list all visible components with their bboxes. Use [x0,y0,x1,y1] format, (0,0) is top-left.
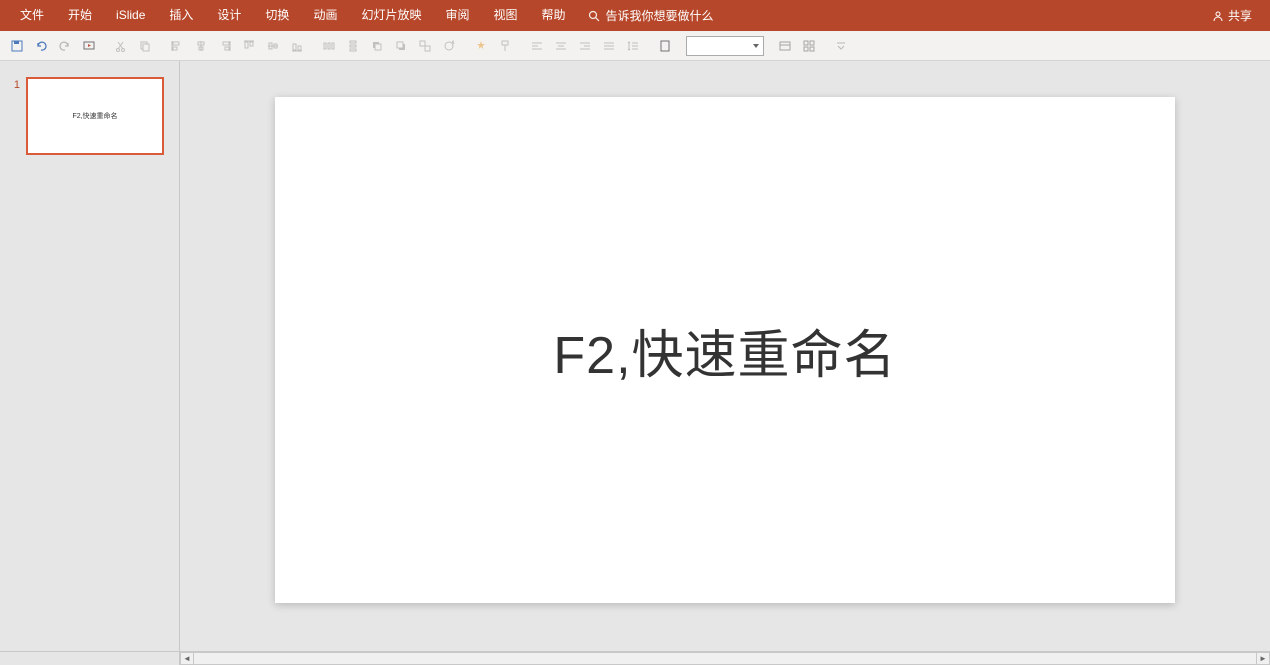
hscroll-right-button[interactable]: ► [1256,652,1270,665]
thumbnail-item[interactable]: 1 F2,快速重命名 [8,77,171,155]
rotate-button[interactable] [438,35,460,57]
tab-view[interactable]: 视图 [481,0,529,31]
hscroll-track[interactable]: ◄ ► [180,652,1270,665]
thumbnail-preview[interactable]: F2,快速重命名 [26,77,164,155]
slide-canvas-area: F2,快速重命名 [180,61,1270,651]
copy-button[interactable] [134,35,156,57]
format-painter-button[interactable] [494,35,516,57]
share-button[interactable]: 共享 [1202,0,1262,31]
tab-help[interactable]: 帮助 [530,0,578,31]
distribute-h-button[interactable] [318,35,340,57]
align-right-button[interactable] [214,35,236,57]
tab-design[interactable]: 设计 [205,0,253,31]
slide-title-text[interactable]: F2,快速重命名 [553,313,896,388]
tab-slideshow[interactable]: 幻灯片放映 [349,0,433,31]
customize-qat-button[interactable] [830,35,852,57]
send-backward-button[interactable] [390,35,412,57]
distribute-v-button[interactable] [342,35,364,57]
text-align-justify-button[interactable] [598,35,620,57]
text-align-left-button[interactable] [526,35,548,57]
share-icon [1212,10,1224,22]
tab-home[interactable]: 开始 [56,0,104,31]
arrange-button[interactable] [798,35,820,57]
line-spacing-button[interactable] [622,35,644,57]
align-bottom-button[interactable] [286,35,308,57]
thumbnail-number: 1 [8,77,20,91]
tab-islide[interactable]: iSlide [104,0,157,31]
undo-button[interactable] [30,35,52,57]
thumbnail-text: F2,快速重命名 [72,111,117,121]
font-dropdown[interactable] [686,36,764,56]
tell-me-search[interactable]: 告诉我你想要做什么 [588,7,714,24]
hscroll-thumb[interactable] [194,652,1256,665]
quick-access-toolbar [0,31,1270,61]
text-align-center-button[interactable] [550,35,572,57]
tab-animations[interactable]: 动画 [301,0,349,31]
align-middle-button[interactable] [262,35,284,57]
align-center-h-button[interactable] [190,35,212,57]
tab-insert[interactable]: 插入 [157,0,205,31]
group-button[interactable] [414,35,436,57]
cut-button[interactable] [110,35,132,57]
new-slide-button[interactable] [654,35,676,57]
tab-review[interactable]: 审阅 [433,0,481,31]
text-align-right-button[interactable] [574,35,596,57]
slideshow-from-start-button[interactable] [78,35,100,57]
tell-me-placeholder: 告诉我你想要做什么 [606,7,714,24]
align-left-button[interactable] [166,35,188,57]
tab-file[interactable]: 文件 [8,0,56,31]
animation-painter-button[interactable] [470,35,492,57]
redo-button[interactable] [54,35,76,57]
ribbon-tabs: 文件 开始 iSlide 插入 设计 切换 动画 幻灯片放映 审阅 视图 帮助 … [0,0,1270,31]
hscroll-left-button[interactable]: ◄ [180,652,194,665]
share-label: 共享 [1228,7,1252,24]
bring-forward-button[interactable] [366,35,388,57]
slide-thumbnail-panel[interactable]: 1 F2,快速重命名 [0,61,180,651]
tab-transitions[interactable]: 切换 [253,0,301,31]
slide[interactable]: F2,快速重命名 [275,97,1175,603]
horizontal-scrollbar: ◄ ► [0,651,1270,665]
save-button[interactable] [6,35,28,57]
canvas-viewport[interactable]: F2,快速重命名 [180,61,1270,651]
align-top-button[interactable] [238,35,260,57]
search-icon [588,10,600,22]
main-area: 1 F2,快速重命名 F2,快速重命名 [0,61,1270,651]
selection-pane-button[interactable] [774,35,796,57]
